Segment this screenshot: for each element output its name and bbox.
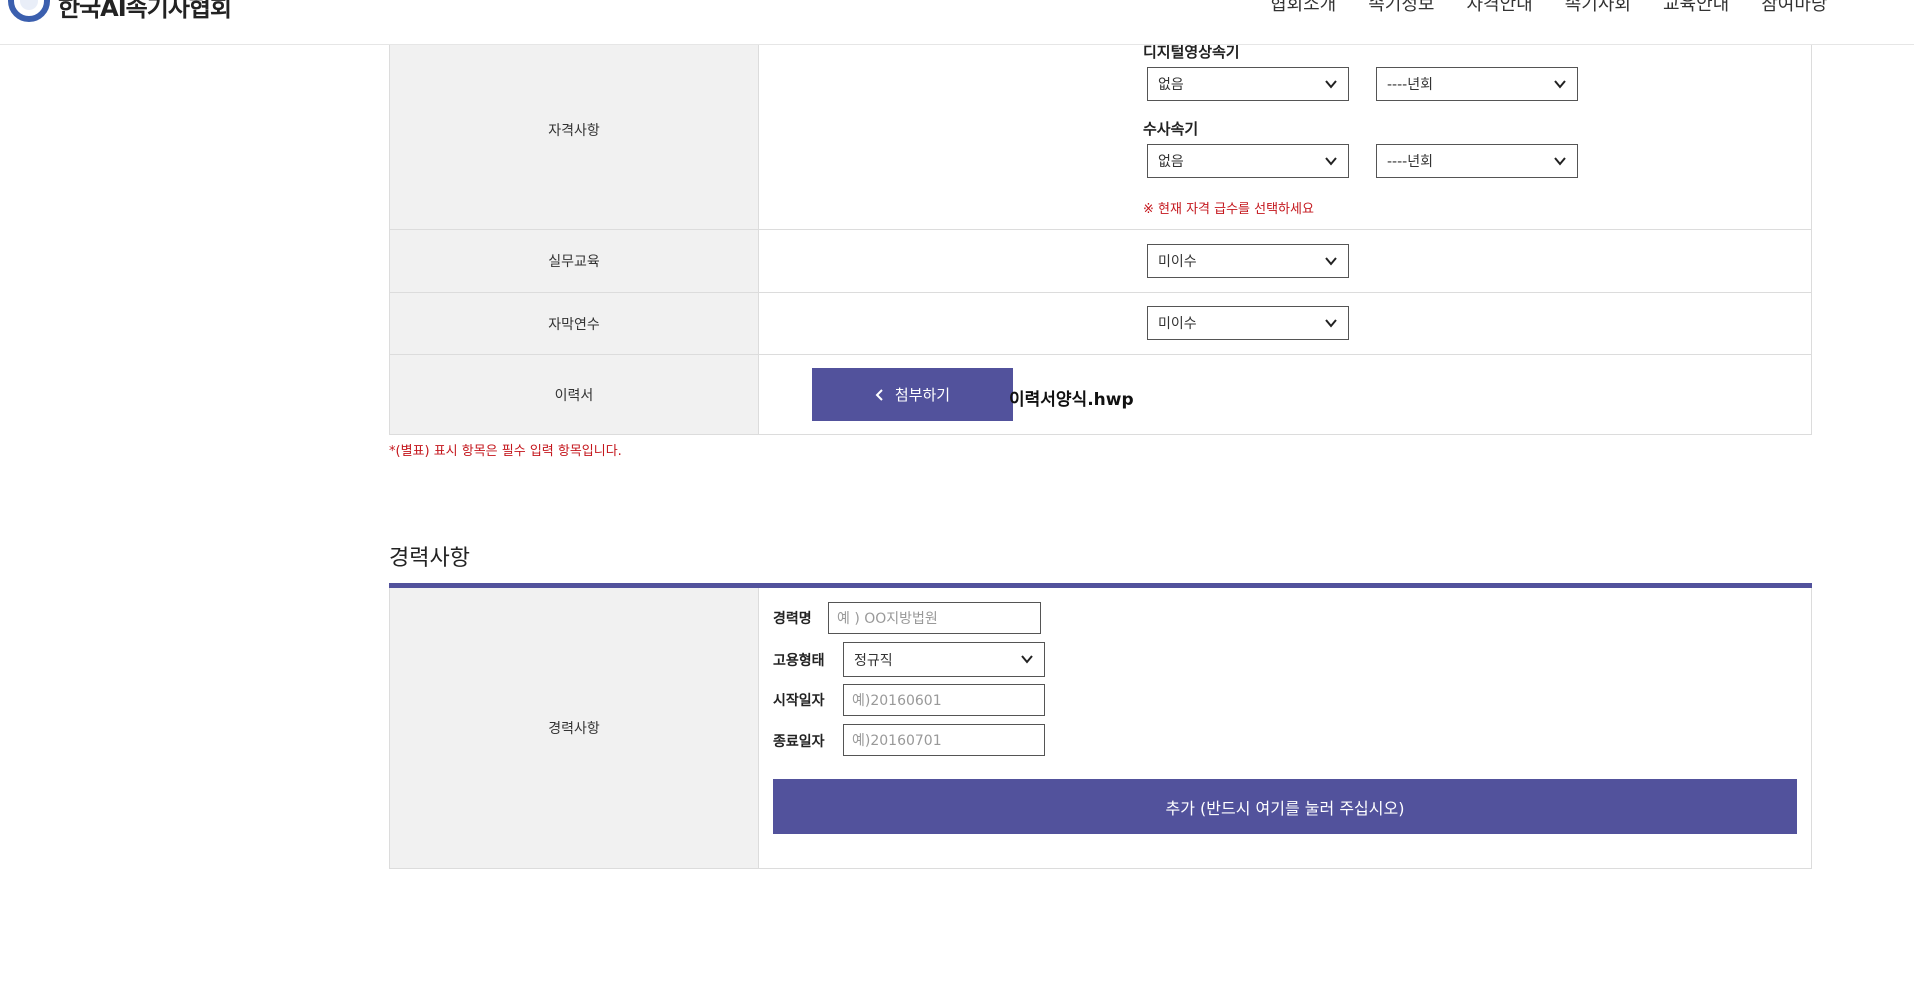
add-career-label: 추가 (반드시 여기를 눌러 주십시오) (1165, 798, 1405, 818)
qualification-note: ※ 현재 자격 급수를 선택하세요 (1143, 202, 1314, 217)
chevron-down-icon (1021, 655, 1033, 664)
nav-item[interactable]: 자격안내 (1467, 0, 1533, 16)
site-logo[interactable]: 한국AI속기사협회 (8, 0, 232, 22)
caption-training-select[interactable]: 미이수 (1147, 306, 1349, 340)
attach-resume-button[interactable]: 첨부하기 (812, 368, 1013, 421)
company-input[interactable]: 예 ) OO지방법원 (828, 602, 1041, 634)
nav-item[interactable]: 교육안내 (1663, 0, 1729, 16)
investigation-grade-value: 없음 (1158, 154, 1184, 170)
chevron-down-icon (1325, 257, 1337, 266)
nav-item[interactable]: 협회소개 (1270, 0, 1336, 16)
required-fields-note: *(별표) 표시 항목은 필수 입력 항목입니다. (389, 444, 622, 459)
start-date-input[interactable]: 예)20160601 (843, 684, 1045, 716)
start-date-placeholder: 예)20160601 (852, 693, 942, 709)
chevron-left-icon (875, 388, 883, 401)
company-label: 경력명 (773, 611, 812, 627)
digital-grade-select[interactable]: 없음 (1147, 67, 1349, 101)
caption-training-label: 자막연수 (390, 293, 759, 354)
add-career-button[interactable]: 추가 (반드시 여기를 눌러 주십시오) (773, 779, 1797, 834)
digital-round-select[interactable]: ----년회 (1376, 67, 1578, 101)
investigation-round-value: ----년회 (1387, 154, 1433, 170)
caption-training-cell: 미이수 (759, 293, 1811, 354)
employment-type-label: 고용형태 (773, 653, 825, 669)
practical-education-label: 실무교육 (390, 230, 759, 292)
employment-type-value: 정규직 (854, 652, 893, 669)
site-header: 한국AI속기사협회 협회소개 속기정보 자격안내 속기사회 교육안내 참여마당 (0, 0, 1914, 45)
chevron-down-icon (1325, 319, 1337, 328)
practical-education-cell: 미이수 (759, 230, 1811, 292)
main-nav: 협회소개 속기정보 자격안내 속기사회 교육안내 참여마당 (1270, 0, 1828, 16)
practical-education-value: 미이수 (1158, 254, 1197, 270)
chevron-down-icon (1325, 157, 1337, 166)
employment-type-select[interactable]: 정규직 (843, 642, 1045, 677)
end-date-label: 종료일자 (773, 734, 825, 750)
logo-text: 한국AI속기사협회 (58, 0, 232, 22)
digital-grade-value: 없음 (1158, 77, 1184, 93)
career-section-title: 경력사항 (389, 546, 470, 571)
practical-education-row: 실무교육 미이수 (390, 230, 1811, 293)
nav-item[interactable]: 참여마당 (1761, 0, 1827, 16)
investigation-label: 수사속기 (1143, 120, 1199, 138)
chevron-down-icon (1554, 157, 1566, 166)
investigation-round-select[interactable]: ----년회 (1376, 144, 1578, 178)
resume-template-link[interactable]: 이력서양식.hwp (1009, 385, 1134, 410)
company-placeholder: 예 ) OO지방법원 (837, 611, 938, 627)
attach-button-label: 첨부하기 (894, 386, 951, 404)
investigation-grade-select[interactable]: 없음 (1147, 144, 1349, 178)
profile-form-table: 자격사항 디지털영상속기 없음 ----년회 수사속기 없음 ----년회 ※ … (389, 30, 1812, 435)
qualification-cell: 디지털영상속기 없음 ----년회 수사속기 없음 ----년회 ※ 현재 자격… (759, 30, 1811, 229)
start-date-label: 시작일자 (773, 693, 825, 709)
nav-item[interactable]: 속기사회 (1565, 0, 1631, 16)
caption-training-row: 자막연수 미이수 (390, 293, 1811, 355)
digital-round-value: ----년회 (1387, 77, 1433, 93)
chevron-down-icon (1325, 80, 1337, 89)
end-date-input[interactable]: 예)20160701 (843, 724, 1045, 756)
practical-education-select[interactable]: 미이수 (1147, 244, 1349, 278)
end-date-placeholder: 예)20160701 (852, 733, 942, 749)
career-label: 경력사항 (390, 588, 759, 868)
chevron-down-icon (1554, 80, 1566, 89)
qualification-row: 자격사항 디지털영상속기 없음 ----년회 수사속기 없음 ----년회 ※ … (390, 30, 1811, 230)
resume-label: 이력서 (390, 355, 759, 434)
logo-icon (8, 0, 50, 22)
nav-item[interactable]: 속기정보 (1368, 0, 1434, 16)
caption-training-value: 미이수 (1158, 316, 1197, 332)
qualification-label: 자격사항 (390, 30, 759, 229)
